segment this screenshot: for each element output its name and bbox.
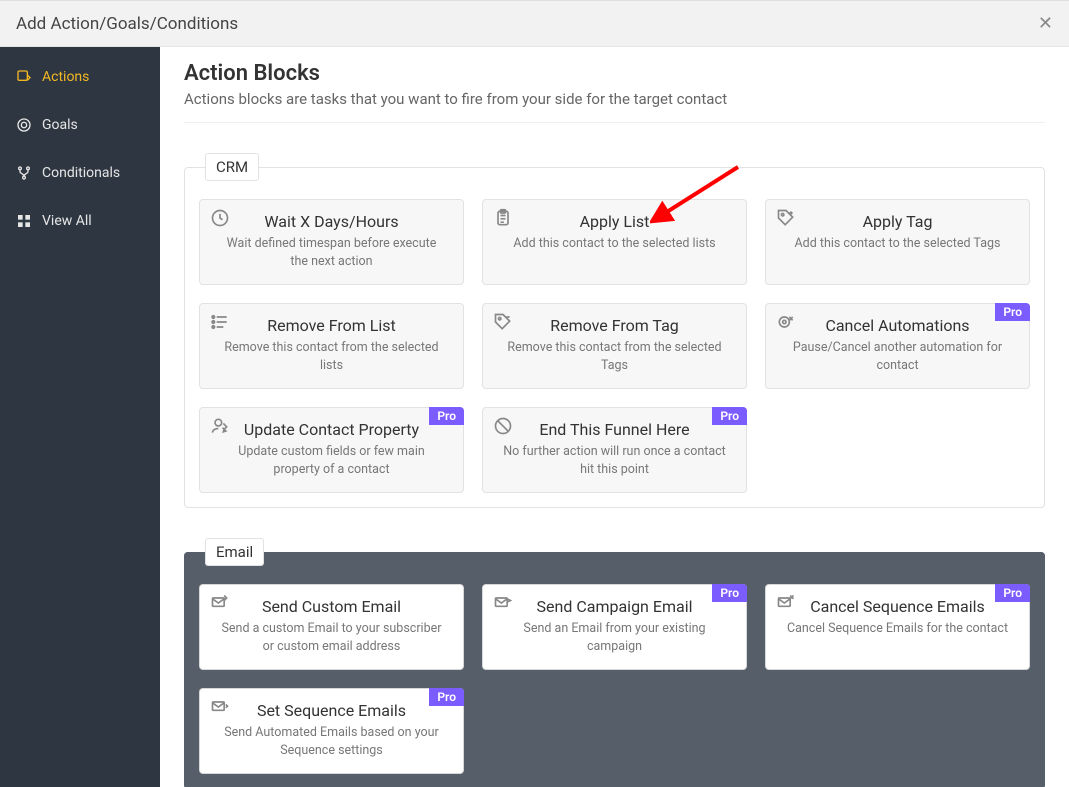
tag-add-icon [776, 208, 796, 228]
card-set-sequence-emails[interactable]: Pro Set Sequence Emails Send Automated E… [199, 688, 464, 774]
card-desc: Remove this contact from the selected li… [214, 339, 449, 374]
modal-title: Add Action/Goals/Conditions [16, 14, 238, 34]
card-title: Set Sequence Emails [214, 701, 449, 720]
card-end-funnel[interactable]: Pro End This Funnel Here No further acti… [482, 407, 747, 493]
section-email: Email Send Custom Email Send a custom Em… [184, 538, 1045, 787]
sidebar-item-view-all[interactable]: View All [0, 197, 160, 245]
modal-body: Actions Goals Conditionals View All [0, 47, 1069, 787]
pro-badge: Pro [429, 688, 464, 706]
card-desc: Add this contact to the selected lists [497, 235, 732, 253]
crm-cards: Wait X Days/Hours Wait defined timespan … [199, 199, 1030, 493]
section-crm: CRM Wait X Days/Hours Wait defined times… [184, 153, 1045, 508]
pro-badge: Pro [995, 303, 1030, 321]
page-title: Action Blocks [184, 61, 1045, 86]
card-title: Cancel Sequence Emails [780, 597, 1015, 616]
sidebar-item-conditionals[interactable]: Conditionals [0, 149, 160, 197]
section-email-label: Email [205, 538, 264, 566]
sidebar-item-label: Actions [42, 69, 89, 85]
gear-cancel-icon [776, 312, 796, 332]
clipboard-icon [493, 208, 513, 228]
sidebar-item-label: View All [42, 213, 92, 229]
card-title: Update Contact Property [214, 420, 449, 439]
card-send-campaign-email[interactable]: Pro Send Campaign Email Send an Email fr… [482, 584, 747, 670]
card-desc: Send a custom Email to your subscriber o… [214, 620, 449, 655]
card-title: Send Custom Email [214, 597, 449, 616]
card-desc: Add this contact to the selected Tags [780, 235, 1015, 253]
card-title: Send Campaign Email [497, 597, 732, 616]
card-title: Remove From List [214, 316, 449, 335]
envelope-edit-icon [210, 593, 230, 613]
card-send-custom-email[interactable]: Send Custom Email Send a custom Email to… [199, 584, 464, 670]
modal-header: Add Action/Goals/Conditions ✕ [0, 1, 1069, 47]
content-area: Action Blocks Actions blocks are tasks t… [160, 47, 1069, 787]
envelope-sequence-icon [210, 697, 230, 717]
card-desc: Update custom fields or few main propert… [214, 443, 449, 478]
sidebar-item-actions[interactable]: Actions [0, 53, 160, 101]
card-desc: Wait defined timespan before execute the… [214, 235, 449, 270]
card-title: End This Funnel Here [497, 420, 732, 439]
branch-icon [16, 165, 32, 181]
card-cancel-sequence-emails[interactable]: Pro Cancel Sequence Emails Cancel Sequen… [765, 584, 1030, 670]
email-cards: Send Custom Email Send a custom Email to… [199, 584, 1030, 774]
tag-remove-icon [493, 312, 513, 332]
card-title: Remove From Tag [497, 316, 732, 335]
card-title: Apply Tag [780, 212, 1015, 231]
list-remove-icon [210, 312, 230, 332]
pro-badge: Pro [712, 407, 747, 425]
pro-badge: Pro [429, 407, 464, 425]
page-description: Actions blocks are tasks that you want t… [184, 90, 1045, 123]
sidebar-item-label: Conditionals [42, 165, 120, 181]
card-desc: Send Automated Emails based on your Sequ… [214, 724, 449, 759]
card-title: Apply List [497, 212, 732, 231]
sidebar-item-label: Goals [42, 117, 78, 133]
modal: Add Action/Goals/Conditions ✕ Actions Go… [0, 0, 1069, 787]
card-desc: No further action will run once a contac… [497, 443, 732, 478]
sidebar: Actions Goals Conditionals View All [0, 47, 160, 787]
target-icon [16, 117, 32, 133]
close-icon[interactable]: ✕ [1038, 13, 1053, 34]
action-icon [16, 69, 32, 85]
card-apply-tag[interactable]: Apply Tag Add this contact to the select… [765, 199, 1030, 285]
user-edit-icon [210, 416, 230, 436]
card-desc: Remove this contact from the selected Ta… [497, 339, 732, 374]
pro-badge: Pro [712, 584, 747, 602]
card-title: Wait X Days/Hours [214, 212, 449, 231]
envelope-cancel-icon [776, 593, 796, 613]
card-title: Cancel Automations [780, 316, 1015, 335]
card-desc: Pause/Cancel another automation for cont… [780, 339, 1015, 374]
card-remove-list[interactable]: Remove From List Remove this contact fro… [199, 303, 464, 389]
grid-icon [16, 213, 32, 229]
section-crm-label: CRM [205, 153, 259, 181]
clock-icon [210, 208, 230, 228]
card-desc: Send an Email from your existing campaig… [497, 620, 732, 655]
card-apply-list[interactable]: Apply List Add this contact to the selec… [482, 199, 747, 285]
card-remove-tag[interactable]: Remove From Tag Remove this contact from… [482, 303, 747, 389]
card-update-contact[interactable]: Pro Update Contact Property Update custo… [199, 407, 464, 493]
card-desc: Cancel Sequence Emails for the contact [780, 620, 1015, 638]
stop-icon [493, 416, 513, 436]
pro-badge: Pro [995, 584, 1030, 602]
card-wait-days[interactable]: Wait X Days/Hours Wait defined timespan … [199, 199, 464, 285]
sidebar-item-goals[interactable]: Goals [0, 101, 160, 149]
card-cancel-automations[interactable]: Pro Cancel Automations Pause/Cancel anot… [765, 303, 1030, 389]
envelope-send-icon [493, 593, 513, 613]
